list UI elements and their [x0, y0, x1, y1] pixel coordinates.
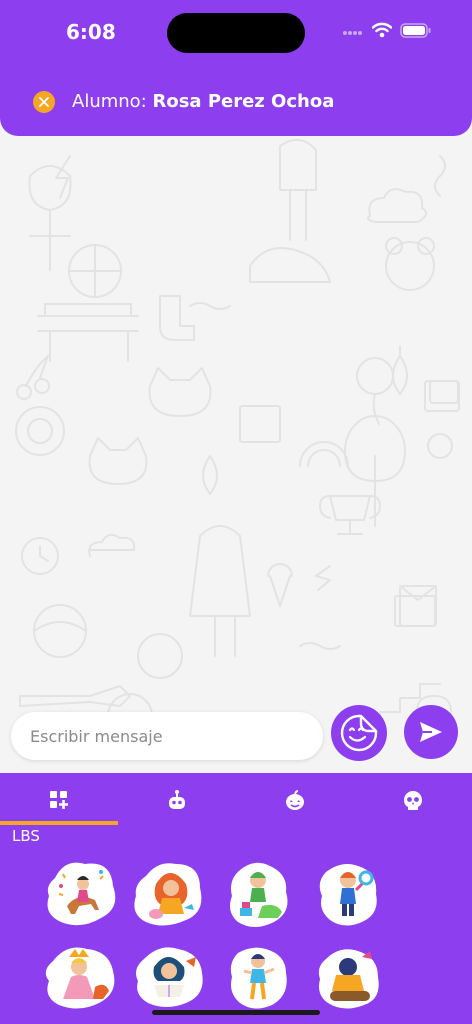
sticker-girl-on-horse[interactable]: [45, 858, 119, 928]
close-button[interactable]: [33, 91, 55, 113]
status-time: 6:08: [66, 20, 116, 44]
send-button[interactable]: [404, 705, 458, 759]
tab-pumpkin[interactable]: [236, 773, 354, 827]
chat-header: Alumno: Rosa Perez Ochoa: [0, 62, 472, 136]
robot-icon: [169, 790, 185, 809]
chat-message-area[interactable]: [0, 136, 472, 773]
close-icon: [39, 97, 49, 107]
skull-icon: [404, 791, 422, 810]
sticker-button[interactable]: [331, 705, 387, 761]
sticker-princess-with-dragon[interactable]: [45, 943, 119, 1013]
sticker-boy-jumping[interactable]: [222, 943, 296, 1013]
sticker-boy-reading-log[interactable]: [312, 943, 386, 1013]
tab-selected-indicator: [0, 821, 118, 825]
message-input[interactable]: [11, 712, 323, 760]
sticker-girl-reading-book[interactable]: [134, 943, 208, 1013]
sticker-face-icon: [340, 714, 378, 752]
tab-skull[interactable]: [354, 773, 472, 827]
header-title: Alumno: Rosa Perez Ochoa: [72, 91, 334, 112]
home-indicator: [152, 1010, 320, 1015]
sticker-boy-with-dinosaur[interactable]: [222, 858, 296, 928]
status-bar: 6:08: [0, 0, 472, 62]
header-prefix: Alumno:: [72, 91, 153, 112]
sticker-tabs: [0, 773, 472, 827]
sticker-grid-icon: [50, 791, 68, 809]
signal-icon: [342, 24, 364, 42]
sticker-panel: LBS: [0, 773, 472, 1024]
pumpkin-icon: [286, 790, 304, 810]
battery-icon: [400, 22, 432, 43]
sticker-girl-with-piggy[interactable]: [134, 858, 208, 928]
tab-robot[interactable]: [118, 773, 236, 827]
doodle-background: [15, 139, 460, 739]
dynamic-island: [167, 13, 305, 53]
status-icons: [342, 22, 432, 43]
tab-sticker-grid[interactable]: [0, 773, 118, 827]
message-composer: [0, 705, 472, 769]
student-name: Rosa Perez Ochoa: [152, 91, 335, 112]
sticker-boy-with-magnifier[interactable]: [312, 858, 386, 928]
wifi-icon: [371, 22, 393, 43]
send-icon: [420, 722, 442, 742]
sticker-pack-name: LBS: [12, 827, 40, 845]
